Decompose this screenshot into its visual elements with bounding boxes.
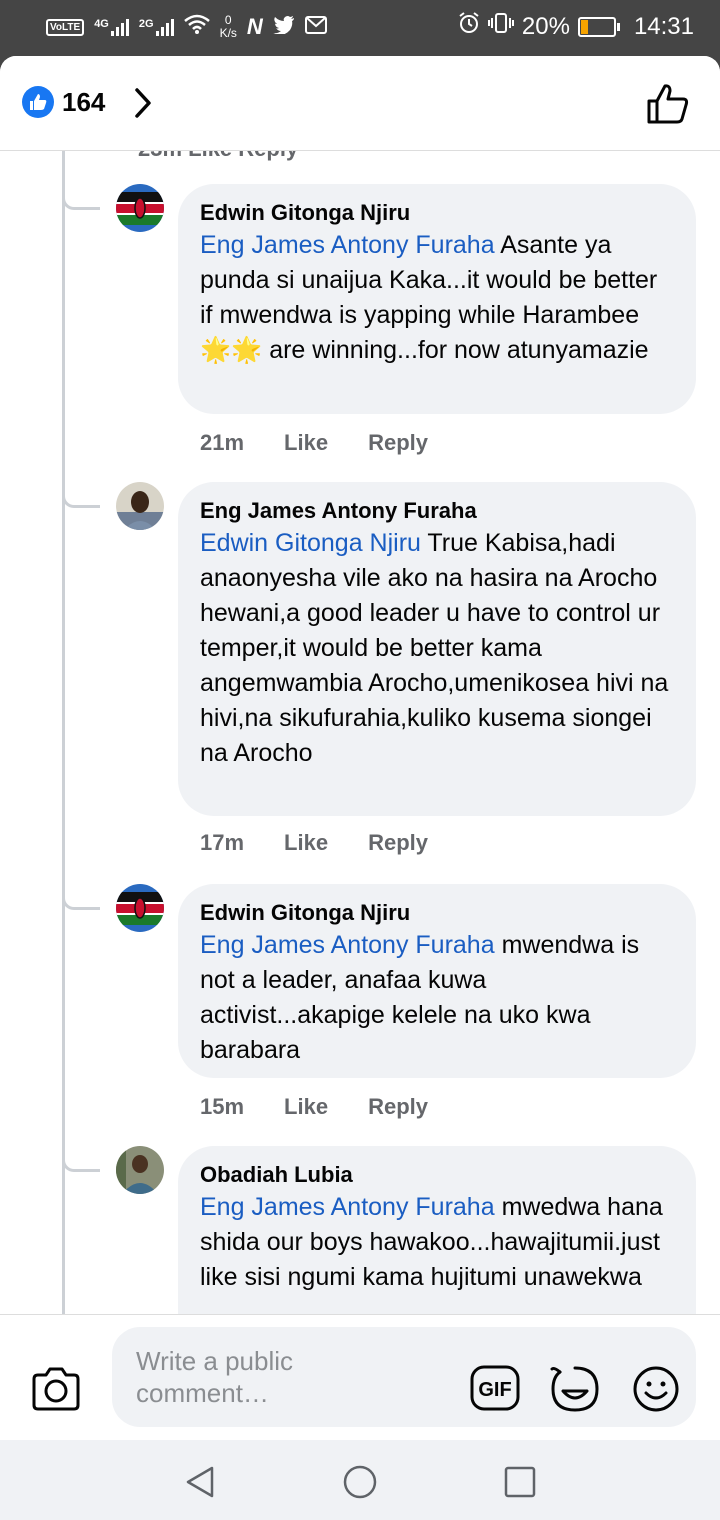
like-button[interactable]: Like — [284, 1094, 328, 1120]
avatar[interactable] — [116, 482, 164, 530]
battery-icon — [577, 16, 620, 37]
mention-link[interactable]: Eng James Antony Furaha — [200, 931, 495, 959]
volte-icon: VoLTE — [46, 18, 85, 36]
thread-line — [62, 150, 65, 1314]
camera-icon[interactable] — [30, 1367, 82, 1411]
comment-bubble[interactable]: Obadiah Lubia Eng James Antony Furaha mw… — [178, 1146, 696, 1314]
thread-connector — [62, 884, 100, 910]
comment-composer: Write a public comment… GIF — [0, 1314, 720, 1440]
thread-connector — [62, 1146, 100, 1172]
wifi-icon — [183, 14, 210, 40]
comment-bubble[interactable]: Edwin Gitonga Njiru Eng James Antony Fur… — [178, 884, 696, 1078]
battery-percent: 20% — [521, 12, 570, 40]
like-outline-icon[interactable] — [646, 82, 690, 126]
previous-comment-meta: 23m Like Reply — [138, 150, 298, 162]
like-button[interactable]: Like — [284, 430, 328, 456]
comment-author[interactable]: Eng James Antony Furaha — [200, 496, 674, 526]
comment-bubble[interactable]: Edwin Gitonga Njiru Eng James Antony Fur… — [178, 184, 696, 414]
reply-button[interactable]: Reply — [368, 830, 428, 856]
comment-actions: 21m Like Reply — [200, 430, 428, 456]
comment-actions: 17m Like Reply — [200, 830, 428, 856]
mention-link[interactable]: Eng James Antony Furaha — [200, 1193, 495, 1221]
system-nav-bar — [0, 1440, 720, 1520]
thread-connector — [62, 482, 100, 508]
avatar[interactable] — [116, 1146, 164, 1194]
mention-link[interactable]: Eng James Antony Furaha — [200, 231, 495, 259]
like-button[interactable]: Like — [284, 830, 328, 856]
comment-time: 15m — [200, 1094, 245, 1119]
gif-icon[interactable]: GIF — [470, 1365, 520, 1411]
reply-button[interactable]: Reply — [368, 430, 428, 456]
vibrate-icon — [487, 12, 514, 41]
avatar[interactable] — [116, 184, 164, 232]
clock: 14:31 — [633, 12, 694, 40]
emoji-icon[interactable] — [632, 1365, 680, 1413]
comment-time: 21m — [200, 430, 245, 455]
net-speed: 0 K/s — [219, 13, 237, 40]
comment-text: Eng James Antony Furaha Asante ya punda … — [200, 231, 658, 364]
alarm-icon — [458, 12, 480, 41]
comment-thread: 23m Like Reply Edwin Gitonga Njiru Eng J… — [0, 150, 720, 1314]
comment-bubble[interactable]: Eng James Antony Furaha Edwin Gitonga Nj… — [178, 482, 696, 816]
gmail-icon — [304, 14, 327, 40]
comment-author[interactable]: Edwin Gitonga Njiru — [200, 198, 674, 228]
comment-time: 17m — [200, 830, 245, 855]
reply-button[interactable]: Reply — [368, 1094, 428, 1120]
twitter-icon — [272, 14, 295, 40]
signal-1-icon: 4G — [94, 18, 129, 36]
home-icon[interactable] — [340, 1462, 380, 1502]
mention-link[interactable]: Edwin Gitonga Njiru — [200, 529, 421, 557]
like-reaction-icon[interactable] — [22, 86, 54, 118]
status-bar: VoLTE 4G 2G 0 K/s N 20% 14:31 — [0, 0, 720, 56]
n-app-icon: N — [246, 14, 263, 39]
signal-2-icon: 2G — [139, 18, 174, 36]
back-icon[interactable] — [180, 1462, 220, 1502]
comment-text: Edwin Gitonga Njiru True Kabisa,hadi ana… — [200, 529, 669, 767]
thread-connector — [62, 184, 100, 210]
sticker-icon[interactable] — [550, 1365, 600, 1413]
comments-sheet: 164 23m Like Reply Edwin Gitonga Njiru E… — [0, 56, 720, 1440]
comment-author[interactable]: Edwin Gitonga Njiru — [200, 898, 674, 928]
recents-icon[interactable] — [500, 1462, 540, 1502]
comment-placeholder: Write a public comment… — [136, 1346, 294, 1408]
comment-author[interactable]: Obadiah Lubia — [200, 1160, 674, 1190]
comment-input[interactable]: Write a public comment… GIF — [112, 1327, 696, 1427]
comment-actions: 15m Like Reply — [200, 1094, 428, 1120]
svg-text:GIF: GIF — [478, 1379, 511, 1401]
reactions-header: 164 — [0, 56, 720, 151]
chevron-right-icon[interactable] — [126, 86, 160, 120]
comment-text: Eng James Antony Furaha mwendwa is not a… — [200, 931, 640, 1064]
reaction-count[interactable]: 164 — [62, 87, 105, 118]
comment-text: Eng James Antony Furaha mwedwa hana shid… — [200, 1193, 663, 1291]
avatar[interactable] — [116, 884, 164, 932]
